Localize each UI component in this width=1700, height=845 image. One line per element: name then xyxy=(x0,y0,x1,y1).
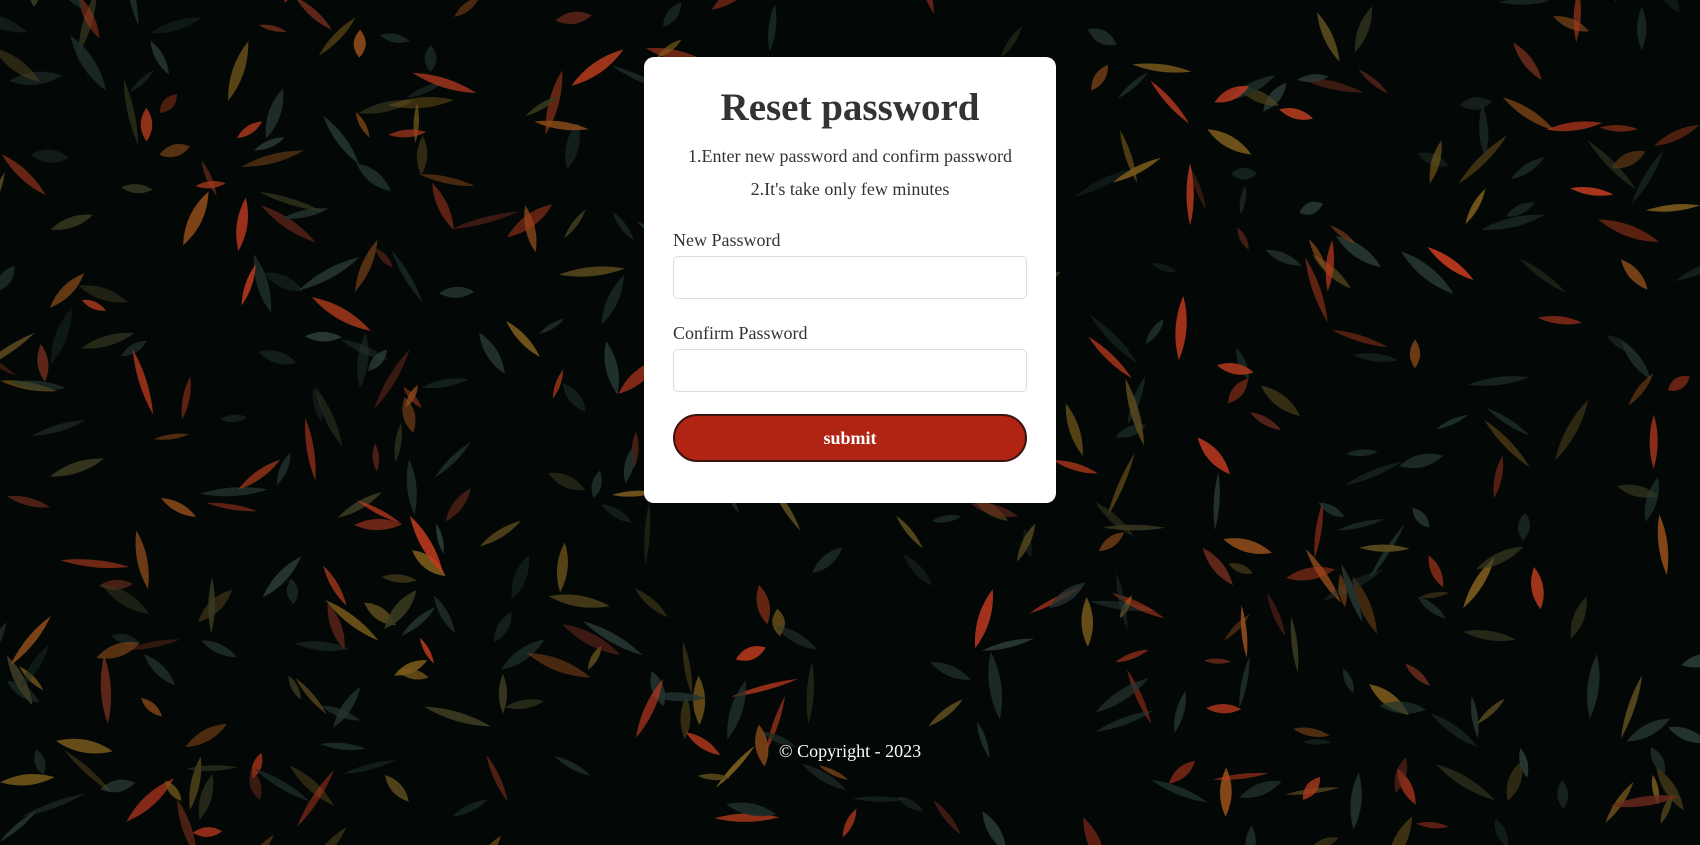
copyright-footer: © Copyright - 2023 xyxy=(778,741,922,761)
new-password-input[interactable] xyxy=(673,256,1027,299)
new-password-label: New Password xyxy=(673,230,781,250)
confirm-password-input[interactable] xyxy=(673,349,1027,392)
instruction-line-2: 2.It's take only few minutes xyxy=(750,179,950,199)
instruction-line-1: 1.Enter new password and confirm passwor… xyxy=(688,146,1012,166)
reset-password-card: Reset password 1.Enter new password and … xyxy=(644,57,1056,503)
submit-button[interactable]: submit xyxy=(673,414,1027,462)
confirm-password-label: Confirm Password xyxy=(673,323,808,343)
page-title: Reset password xyxy=(720,86,980,129)
